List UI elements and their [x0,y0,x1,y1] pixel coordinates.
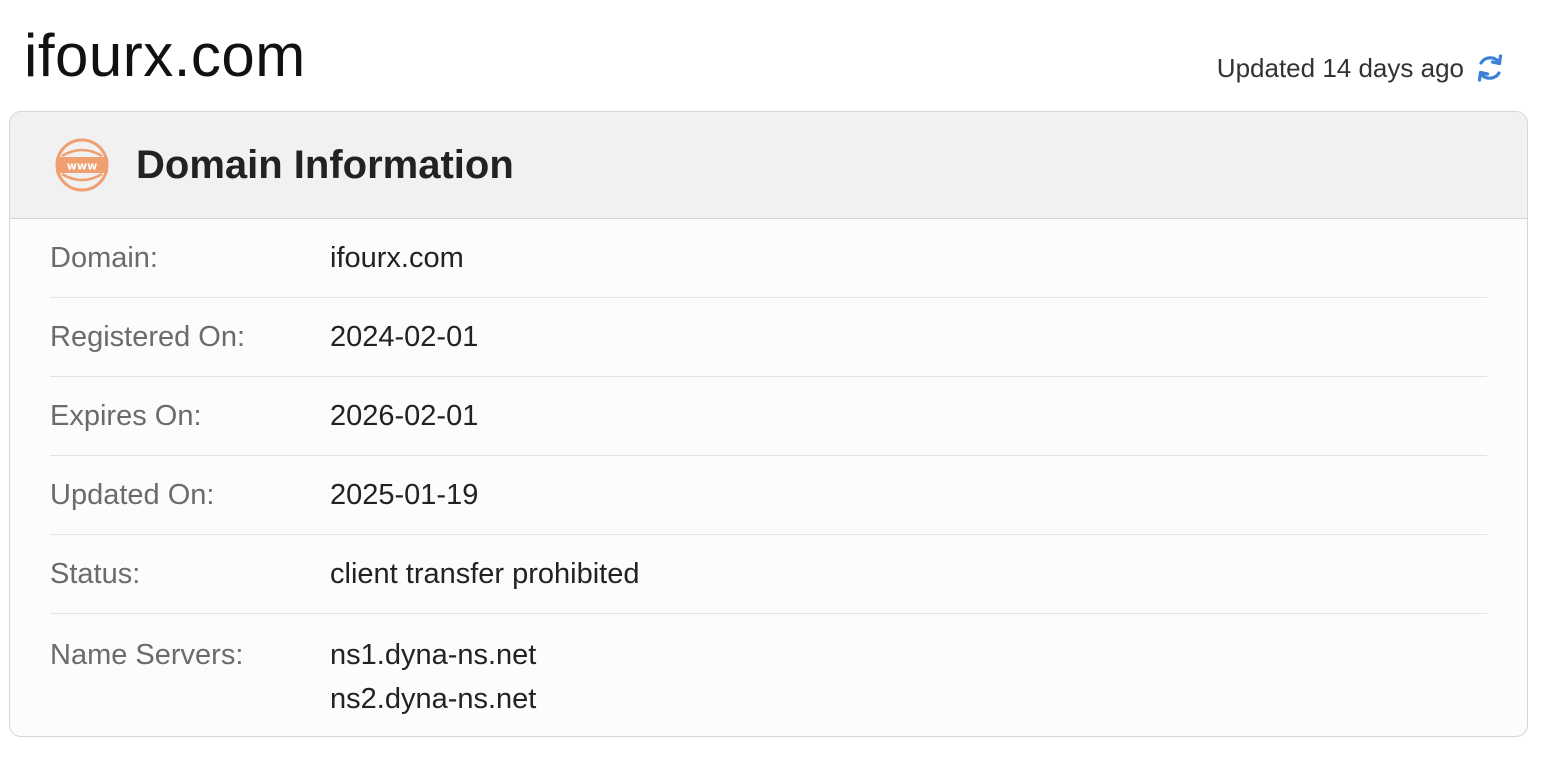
card-title: Domain Information [136,142,514,187]
row-value: 2026-02-01 [330,399,479,432]
domain-details-list: Domain: ifourx.com Registered On: 2024-0… [10,219,1527,718]
name-server-item: ns2.dyna-ns.net [330,683,537,715]
last-updated: Updated 14 days ago [1217,48,1506,88]
row-label: Registered On: [50,320,246,353]
page-title: ifourx.com [24,22,306,89]
svg-text:www: www [67,160,98,173]
row-registered-on: Registered On: 2024-02-01 [50,298,1487,377]
www-icon: www [52,138,112,192]
row-value: client transfer prohibited [330,557,640,590]
row-label: Status: [50,557,141,590]
row-label: Updated On: [50,478,215,511]
row-name-servers: Name Servers: ns1.dyna-ns.net ns2.dyna-n… [50,614,1487,718]
row-domain: Domain: ifourx.com [50,219,1487,298]
row-value: 2024-02-01 [330,320,479,353]
row-label: Name Servers: [50,639,244,671]
row-label: Expires On: [50,399,202,432]
name-server-item: ns1.dyna-ns.net [330,639,537,671]
card-header: www Domain Information [10,112,1527,219]
row-label: Domain: [50,241,158,274]
name-server-list: ns1.dyna-ns.net ns2.dyna-ns.net [330,636,536,718]
updated-text: Updated 14 days ago [1216,52,1464,83]
row-expires-on: Expires On: 2026-02-01 [50,377,1487,456]
row-updated-on: Updated On: 2025-01-19 [50,456,1487,535]
refresh-icon[interactable] [1474,52,1506,84]
row-status: Status: client transfer prohibited [50,535,1487,614]
row-value: 2025-01-19 [330,478,479,511]
row-value: ifourx.com [330,241,464,274]
domain-information-card: www Domain Information Domain: ifourx.co… [9,111,1528,737]
